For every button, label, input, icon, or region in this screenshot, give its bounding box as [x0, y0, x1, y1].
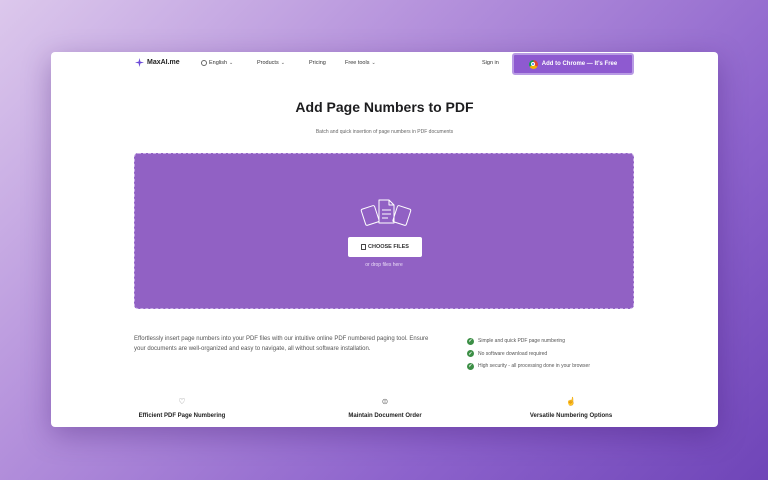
brand-logo[interactable]: MaxAI.me [135, 58, 180, 67]
check-icon: ✓ [467, 350, 474, 358]
benefit-item: ✓ No software download required [467, 348, 590, 361]
choose-files-button[interactable]: CHOOSE FILES [348, 237, 422, 257]
nav-pricing-label: Pricing [309, 60, 326, 66]
globe-icon [201, 60, 207, 66]
lightbulb-icon: ♡ [178, 397, 186, 406]
document-icon [361, 244, 367, 250]
feature-label: Maintain Document Order [348, 413, 422, 419]
feature-card: ⊜ Maintain Document Order [315, 397, 455, 419]
feature-label: Efficient PDF Page Numbering [138, 413, 226, 419]
feature-card: ☝ Versatile Numbering Options [501, 397, 641, 419]
order-icon: ⊜ [381, 397, 389, 406]
benefit-text: High security - all processing done in y… [478, 363, 590, 370]
check-icon: ✓ [467, 362, 474, 370]
benefit-item: ✓ Simple and quick PDF page numbering [467, 335, 590, 348]
chrome-icon [528, 59, 538, 69]
chevron-down-icon: ⌄ [280, 60, 285, 66]
brand-name: MaxAI.me [147, 59, 180, 66]
files-illustration-icon [360, 199, 412, 226]
benefit-item: ✓ High security - all processing done in… [467, 360, 590, 373]
nav-free-tools-label: Free tools [345, 60, 370, 66]
feature-card: ♡ Efficient PDF Page Numbering [112, 397, 252, 419]
page-title: Add Page Numbers to PDF [295, 99, 474, 115]
chevron-down-icon: ⌄ [371, 60, 376, 66]
file-drop-zone[interactable]: CHOOSE FILES or drop files here [134, 153, 634, 309]
benefit-text: Simple and quick PDF page numbering [478, 338, 565, 345]
sign-in-label: Sign in [482, 60, 499, 66]
nav-free-tools[interactable]: Free tools ⌄ [345, 60, 376, 66]
benefit-text: No software download required [478, 350, 548, 357]
choose-files-label: CHOOSE FILES [368, 244, 409, 250]
nav-products[interactable]: Products ⌄ [257, 60, 285, 66]
nav-pricing[interactable]: Pricing [309, 60, 326, 66]
check-icon: ✓ [467, 337, 474, 345]
chevron-down-icon: ⌄ [229, 60, 234, 66]
cta-label: Add to Chrome — It's Free [541, 61, 618, 67]
top-nav: MaxAI.me English ⌄ Products ⌄ Pricing Fr… [51, 52, 718, 76]
nav-products-label: Products [257, 60, 279, 66]
page-subtitle: Batch and quick insertion of page number… [315, 129, 454, 135]
sparkle-icon [135, 58, 144, 67]
tool-description: Effortlessly insert page numbers into yo… [134, 336, 429, 352]
benefit-list: ✓ Simple and quick PDF page numbering ✓ … [467, 335, 590, 373]
drop-hint: or drop files here [365, 262, 403, 268]
feature-label: Versatile Numbering Options [529, 413, 613, 419]
sign-in-link[interactable]: Sign in [482, 60, 499, 66]
add-to-chrome-button[interactable]: Add to Chrome — It's Free [512, 53, 634, 75]
language-label: English [209, 60, 228, 66]
browser-window: MaxAI.me English ⌄ Products ⌄ Pricing Fr… [51, 52, 718, 427]
thumbs-up-icon: ☝ [566, 397, 576, 406]
language-selector[interactable]: English ⌄ [201, 60, 233, 66]
